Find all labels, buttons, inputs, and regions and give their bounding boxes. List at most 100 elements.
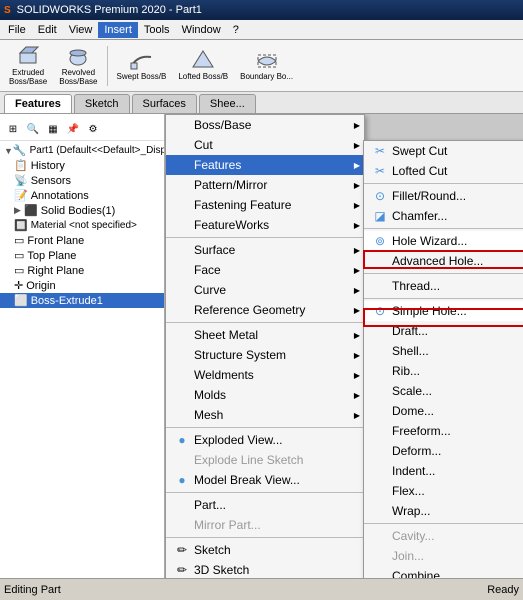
insert-mirror-part[interactable]: Mirror Part... <box>166 515 364 535</box>
feat-thread[interactable]: Thread... <box>364 276 523 296</box>
fillet-separator-area <box>364 183 523 184</box>
feat-shell-label: Shell... <box>392 344 429 358</box>
insert-sketch[interactable]: ✏ Sketch <box>166 540 364 560</box>
swept-cut-icon: ✂ <box>372 143 388 159</box>
insert-structure[interactable]: Structure System ▶ <box>166 345 364 365</box>
insert-pattern[interactable]: Pattern/Mirror ▶ <box>166 175 364 195</box>
tree-top-plane[interactable]: ▭ Top Plane <box>0 248 164 263</box>
feat-chamfer[interactable]: ◪ Chamfer... <box>364 206 523 226</box>
toolbar-swept[interactable]: Swept Boss/B <box>112 46 172 85</box>
fastening-sub-arrow: ▶ <box>354 201 360 210</box>
insert-cut[interactable]: Cut ▶ <box>166 135 364 155</box>
tree-part1-label: Part1 (Default<<Default>_Display <box>30 145 165 156</box>
tab-features[interactable]: Features <box>4 94 72 113</box>
feat-scale[interactable]: Scale... <box>364 381 523 401</box>
tree-boss-extrude[interactable]: ⬜ Boss-Extrude1 <box>0 293 164 308</box>
tree-front-plane[interactable]: ▭ Front Plane <box>0 233 164 248</box>
insert-model-break[interactable]: ● Model Break View... <box>166 470 364 490</box>
feat-join[interactable]: Join... <box>364 546 523 566</box>
featureworks-icon <box>174 217 190 233</box>
insert-fastening[interactable]: Fastening Feature ▶ <box>166 195 364 215</box>
feat-flex[interactable]: Flex... <box>364 481 523 501</box>
feat-advanced-hole[interactable]: Advanced Hole... <box>364 251 523 271</box>
tree-annotations[interactable]: 📝 Annotations <box>0 188 164 203</box>
insert-features[interactable]: Features ▶ <box>166 155 364 175</box>
feat-deform-label: Deform... <box>392 444 441 458</box>
tree-solid-bodies[interactable]: ▶ ⬛ Solid Bodies(1) <box>0 203 164 218</box>
feat-hole-wizard[interactable]: ⊚ Hole Wizard... <box>364 231 523 251</box>
feat-sep2 <box>364 228 523 229</box>
ref-sub-arrow: ▶ <box>354 306 360 315</box>
menu-view[interactable]: View <box>63 22 99 38</box>
features-dropdown[interactable]: ✂ Swept Cut ✂ Lofted Cut ⊙ Fillet/Round.… <box>363 140 523 578</box>
advanced-hole-icon <box>372 253 388 269</box>
weldments-icon <box>174 367 190 383</box>
tab-surfaces[interactable]: Surfaces <box>132 94 197 113</box>
toolbar-extruded-boss[interactable]: ExtrudedBoss/Base <box>4 42 52 90</box>
feat-fillet[interactable]: ⊙ Fillet/Round... <box>364 186 523 206</box>
settings-icon[interactable]: ⚙ <box>84 120 102 138</box>
tree-history[interactable]: 📋 History <box>0 158 164 173</box>
tree-part1[interactable]: ▼ 🔧 Part1 (Default<<Default>_Display <box>0 143 164 158</box>
feat-simple-hole[interactable]: ⊙ Simple Hole... <box>364 301 523 321</box>
insert-face[interactable]: Face ▶ <box>166 260 364 280</box>
molds-icon <box>174 387 190 403</box>
model-break-icon: ● <box>174 472 190 488</box>
insert-curve[interactable]: Curve ▶ <box>166 280 364 300</box>
insert-sheet-metal[interactable]: Sheet Metal ▶ <box>166 325 364 345</box>
toolbar-revolved-boss[interactable]: RevolvedBoss/Base <box>54 42 102 90</box>
menu-edit[interactable]: Edit <box>32 22 63 38</box>
insert-boss-base[interactable]: Boss/Base ▶ <box>166 115 364 135</box>
feat-rib[interactable]: Rib... <box>364 361 523 381</box>
insert-mesh-label: Mesh <box>194 408 223 422</box>
feat-dome[interactable]: Dome... <box>364 401 523 421</box>
feat-swept-cut-label: Swept Cut <box>392 144 447 158</box>
insert-molds-label: Molds <box>194 388 226 402</box>
feat-indent[interactable]: Indent... <box>364 461 523 481</box>
toolbar-boundary[interactable]: Boundary Bo... <box>235 46 298 85</box>
feat-combine[interactable]: Combine... <box>364 566 523 578</box>
tab-sheet[interactable]: Shee... <box>199 94 256 113</box>
insert-mesh[interactable]: Mesh ▶ <box>166 405 364 425</box>
menu-insert[interactable]: Insert <box>98 22 138 38</box>
feat-cavity[interactable]: Cavity... <box>364 526 523 546</box>
expand-icon[interactable]: ▦ <box>44 120 62 138</box>
insert-molds[interactable]: Molds ▶ <box>166 385 364 405</box>
menu-window[interactable]: Window <box>176 22 227 38</box>
pin-icon[interactable]: 📌 <box>64 120 82 138</box>
filter-icon[interactable]: ⊞ <box>4 120 22 138</box>
menu-file[interactable]: File <box>2 22 32 38</box>
feat-wrap[interactable]: Wrap... <box>364 501 523 521</box>
insert-featureworks[interactable]: FeatureWorks ▶ <box>166 215 364 235</box>
feat-draft[interactable]: Draft... <box>364 321 523 341</box>
feat-swept-cut[interactable]: ✂ Swept Cut <box>364 141 523 161</box>
tree-material[interactable]: 🔲 Material <not specified> <box>0 218 164 233</box>
insert-ref-geom[interactable]: Reference Geometry ▶ <box>166 300 364 320</box>
boss-base-icon <box>174 117 190 133</box>
feat-deform[interactable]: Deform... <box>364 441 523 461</box>
toolbar-lofted[interactable]: Lofted Boss/B <box>173 46 233 85</box>
insert-fastening-label: Fastening Feature <box>194 198 291 212</box>
menu-tools[interactable]: Tools <box>138 22 176 38</box>
tab-bar: Features Sketch Surfaces Shee... <box>0 92 523 114</box>
insert-part[interactable]: Part... <box>166 495 364 515</box>
insert-surface[interactable]: Surface ▶ <box>166 240 364 260</box>
insert-explode-line[interactable]: Explode Line Sketch <box>166 450 364 470</box>
tree-right-plane[interactable]: ▭ Right Plane <box>0 263 164 278</box>
feat-lofted-cut[interactable]: ✂ Lofted Cut <box>364 161 523 181</box>
insert-3d-sketch[interactable]: ✏ 3D Sketch <box>166 560 364 578</box>
feat-shell[interactable]: Shell... <box>364 341 523 361</box>
feat-scale-label: Scale... <box>392 384 432 398</box>
insert-weldments[interactable]: Weldments ▶ <box>166 365 364 385</box>
insert-exploded[interactable]: ● Exploded View... <box>166 430 364 450</box>
feat-freeform[interactable]: Freeform... <box>364 421 523 441</box>
insert-dropdown[interactable]: Boss/Base ▶ Cut ▶ Features ▶ Pattern/Mir… <box>165 114 365 578</box>
tree-origin[interactable]: ✛ Origin <box>0 278 164 293</box>
search-icon[interactable]: 🔍 <box>24 120 42 138</box>
menu-help[interactable]: ? <box>227 22 245 38</box>
tree-sensors[interactable]: 📡 Sensors <box>0 173 164 188</box>
insert-features-label: Features <box>194 158 241 172</box>
face-icon <box>174 262 190 278</box>
canvas-area: Boss/Base ▶ Cut ▶ Features ▶ Pattern/Mir… <box>165 114 523 578</box>
tab-sketch[interactable]: Sketch <box>74 94 130 113</box>
